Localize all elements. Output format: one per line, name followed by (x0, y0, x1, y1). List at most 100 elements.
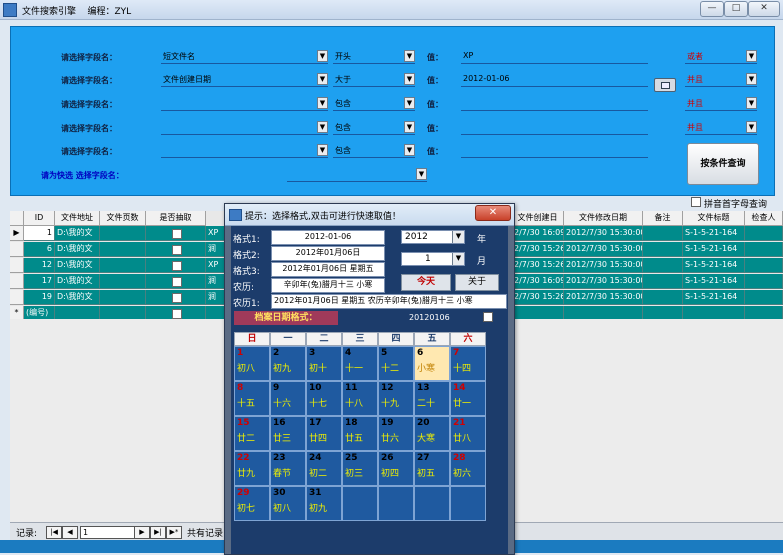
row-selector[interactable] (10, 274, 24, 289)
archive-format-checkbox[interactable] (483, 312, 493, 322)
row-selector[interactable] (10, 258, 24, 273)
chevron-down-icon[interactable]: ▼ (404, 73, 415, 85)
field-select[interactable]: ▼ (161, 97, 328, 111)
extract-checkbox[interactable] (172, 277, 182, 287)
calendar-day[interactable]: 15 廿二 (234, 416, 270, 451)
calendar-day[interactable]: 16 廿三 (270, 416, 306, 451)
extract-checkbox[interactable] (172, 261, 182, 271)
column-header[interactable]: 备注 (643, 211, 683, 226)
path-cell[interactable]: D:\我的文 (55, 226, 100, 241)
id-cell[interactable]: 6 (24, 242, 55, 257)
calendar-day[interactable]: 22 廿九 (234, 451, 270, 486)
chevron-down-icon[interactable]: ▼ (317, 50, 328, 62)
modified-cell[interactable]: 2012/7/30 15:30:00 (564, 226, 643, 241)
about-button[interactable]: 关于 (455, 274, 499, 291)
calendar-day[interactable]: 7 十四 (450, 346, 486, 381)
calendar-day[interactable]: 29 初七 (234, 486, 270, 521)
row-selector[interactable] (10, 290, 24, 305)
created-cell[interactable]: 2/7/30 15:26:00 (512, 258, 564, 273)
operator-select[interactable]: 包含 ▼ (333, 97, 415, 111)
value-input[interactable] (461, 145, 648, 158)
calendar-day[interactable]: 5 十二 (378, 346, 414, 381)
column-header[interactable]: 文件地址 (55, 211, 100, 226)
calendar-day[interactable]: 14 廿一 (450, 381, 486, 416)
pinyin-checkbox[interactable] (691, 197, 701, 207)
calendar-day[interactable]: 13 二十 (414, 381, 450, 416)
format2-field[interactable]: 2012年01月06日 (271, 246, 385, 261)
modified-cell[interactable]: 2012/7/30 15:30:00 (564, 274, 643, 289)
chevron-down-icon[interactable]: ▼ (746, 73, 757, 85)
record-number-input[interactable]: 1 (80, 526, 136, 539)
operator-select[interactable]: 包含 ▼ (333, 121, 415, 135)
extract-checkbox[interactable] (172, 245, 182, 255)
title-cell[interactable]: S-1-5-21-164 (683, 258, 745, 273)
created-cell[interactable]: 2/7/30 16:09:00 (512, 274, 564, 289)
modified-cell[interactable]: 2012/7/30 15:30:00 (564, 242, 643, 257)
modified-cell[interactable]: 2012/7/30 15:30:00 (564, 290, 643, 305)
column-header[interactable]: 文件标题 (683, 211, 745, 226)
calendar-day[interactable]: 31 初九 (306, 486, 342, 521)
month-select[interactable]: 1 ▼ (401, 252, 465, 266)
calendar-day[interactable]: 19 廿六 (378, 416, 414, 451)
operator-select[interactable]: 包含 ▼ (333, 144, 415, 158)
chevron-down-icon[interactable]: ▼ (452, 231, 464, 243)
path-cell[interactable]: D:\我的文 (55, 274, 100, 289)
title-cell[interactable]: S-1-5-21-164 (683, 242, 745, 257)
calendar-day[interactable]: 27 初五 (414, 451, 450, 486)
value-input[interactable]: XP (461, 51, 648, 64)
chevron-down-icon[interactable]: ▼ (317, 144, 328, 156)
id-cell[interactable]: 19 (24, 290, 55, 305)
calendar-day[interactable]: 30 初八 (270, 486, 306, 521)
calendar-day[interactable]: 9 十六 (270, 381, 306, 416)
search-button[interactable]: 按条件查询 (687, 143, 759, 185)
lunar1-field[interactable]: 2012年01月06日 星期五 农历辛卯年(兔)腊月十三 小寒 (271, 294, 507, 309)
operator-select[interactable]: 大于 ▼ (333, 73, 415, 87)
format1-field[interactable]: 2012-01-06 (271, 230, 385, 245)
dialog-close-button[interactable]: ✕ (475, 205, 511, 221)
minimize-button[interactable]: — (700, 1, 724, 17)
calendar-day[interactable]: 28 初六 (450, 451, 486, 486)
modified-cell[interactable]: 2012/7/30 15:30:00 (564, 258, 643, 273)
operator-select[interactable]: 开头 ▼ (333, 50, 415, 64)
close-button[interactable]: ✕ (748, 1, 780, 17)
calendar-day[interactable]: 18 廿五 (342, 416, 378, 451)
extract-checkbox[interactable] (172, 229, 182, 239)
row-selector[interactable] (10, 242, 24, 257)
calendar-day[interactable]: 25 初三 (342, 451, 378, 486)
calendar-day[interactable]: 12 十九 (378, 381, 414, 416)
calendar-day[interactable]: 11 十八 (342, 381, 378, 416)
prev-record-button[interactable]: ◀ (62, 526, 78, 539)
chevron-down-icon[interactable]: ▼ (416, 168, 427, 180)
format3-field[interactable]: 2012年01月06日 星期五 (271, 262, 385, 277)
logic-select[interactable]: 或者 ▼ (685, 50, 757, 64)
calendar-day[interactable]: 4 十一 (342, 346, 378, 381)
column-header[interactable]: 是否抽取 (146, 211, 206, 226)
path-cell[interactable]: D:\我的文 (55, 290, 100, 305)
calendar-day[interactable]: 3 初十 (306, 346, 342, 381)
chevron-down-icon[interactable]: ▼ (746, 50, 757, 62)
created-cell[interactable]: 2/7/30 15:26:00 (512, 242, 564, 257)
value-input[interactable] (461, 98, 648, 111)
chevron-down-icon[interactable]: ▼ (452, 253, 464, 265)
column-header[interactable]: 检查人 (745, 211, 783, 226)
maximize-button[interactable]: □ (724, 1, 748, 17)
chevron-down-icon[interactable]: ▼ (404, 50, 415, 62)
id-cell[interactable]: 1 (24, 226, 55, 241)
extract-checkbox[interactable] (172, 309, 182, 319)
year-select[interactable]: 2012 ▼ (401, 230, 465, 244)
value-input[interactable]: 2012-01-06 (461, 74, 648, 87)
today-button[interactable]: 今天 (401, 274, 451, 291)
created-cell[interactable]: 2/7/30 16:09:00 (512, 226, 564, 241)
title-cell[interactable]: S-1-5-21-164 (683, 226, 745, 241)
calendar-day[interactable]: 21 廿八 (450, 416, 486, 451)
value-input[interactable] (461, 122, 648, 135)
calendar-icon[interactable] (654, 78, 676, 92)
path-cell[interactable]: D:\我的文 (55, 258, 100, 273)
calendar-day[interactable]: 23 春节 (270, 451, 306, 486)
calendar-day[interactable]: 1 初八 (234, 346, 270, 381)
created-cell[interactable]: 2/7/30 15:26:00 (512, 290, 564, 305)
column-header[interactable]: 文件页数 (100, 211, 146, 226)
id-cell[interactable]: 17 (24, 274, 55, 289)
calendar-day[interactable]: 8 十五 (234, 381, 270, 416)
calendar-day[interactable]: 24 初二 (306, 451, 342, 486)
